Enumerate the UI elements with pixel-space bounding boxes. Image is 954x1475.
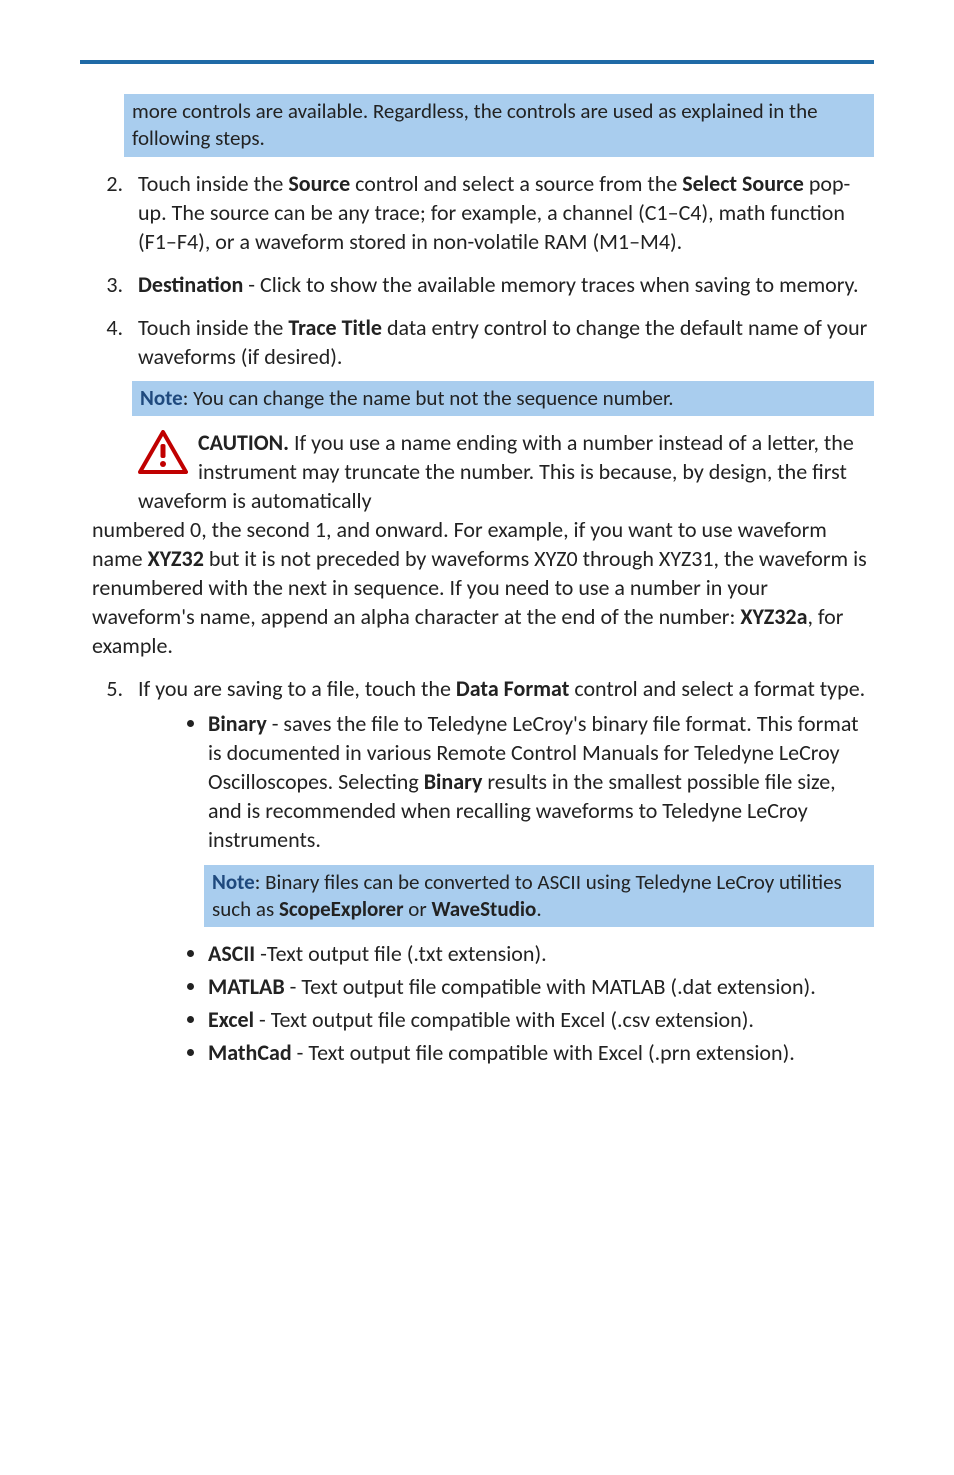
text: control and select a format type. [569,675,865,702]
matlab-label: MATLAB [208,973,285,1000]
format-binary: Binary - saves the file to Teledyne LeCr… [208,709,874,927]
format-mathcad: MathCad - Text output file compatible wi… [208,1038,874,1067]
mathcad-label: MathCad [208,1039,292,1066]
text: Touch inside the [138,314,288,341]
step-4: Touch inside the Trace Title data entry … [128,313,874,661]
destination-label: Destination [138,271,243,298]
text: -Text output file (.txt extension). [255,940,547,967]
trace-title-label: Trace Title [288,314,382,341]
select-source-label: Select Source [682,170,804,197]
text: control and select a source from the [350,170,682,197]
step-3: Destination - Click to show the availabl… [128,270,874,299]
note-text: more controls are available. Regardless,… [132,98,818,151]
ascii-label: ASCII [208,940,255,967]
excel-label: Excel [208,1006,254,1033]
caution-label: CAUTION. [198,429,289,456]
note-label: Note [140,385,183,411]
data-format-label: Data Format [456,675,569,702]
format-list: Binary - saves the file to Teledyne LeCr… [138,709,874,1067]
format-excel: Excel - Text output file compatible with… [208,1005,874,1034]
text: If you are saving to a file, touch the [138,675,456,702]
text: - Text output file compatible with Excel… [292,1039,795,1066]
note-continuation: more controls are available. Regardless,… [124,94,874,157]
scopeexplorer-label: ScopeExplorer [279,896,404,922]
note-sequence: Note: You can change the name but not th… [132,381,874,416]
warning-icon [138,430,188,481]
note-binary: Note: Binary files can be converted to A… [204,865,874,928]
step-2: Touch inside the Source control and sele… [128,169,874,256]
binary-label: Binary [208,710,267,737]
text: - Text output file compatible with MATLA… [285,973,816,1000]
document-page: more controls are available. Regardless,… [0,0,954,1121]
note-text: or [404,896,432,922]
text: - Text output file compatible with Excel… [254,1006,754,1033]
xyz32-label: XYZ32 [148,545,204,572]
format-ascii: ASCII -Text output file (.txt extension)… [208,939,874,968]
text: - Click to show the available memory tra… [243,271,858,298]
caution-block: CAUTION. If you use a name ending with a… [92,428,874,660]
xyz32a-label: XYZ32a [740,603,807,630]
text: Touch inside the [138,170,288,197]
binary-bold: Binary [424,768,483,795]
note-label: Note [212,869,255,895]
wavestudio-label: WaveStudio [431,896,536,922]
source-label: Source [288,170,350,197]
format-matlab: MATLAB - Text output file compatible wit… [208,972,874,1001]
step-5: If you are saving to a file, touch the D… [128,674,874,1067]
header-rule [80,60,874,64]
note-text: . [536,896,541,922]
steps-list: Touch inside the Source control and sele… [80,169,874,1068]
note-text: : You can change the name but not the se… [183,385,674,411]
